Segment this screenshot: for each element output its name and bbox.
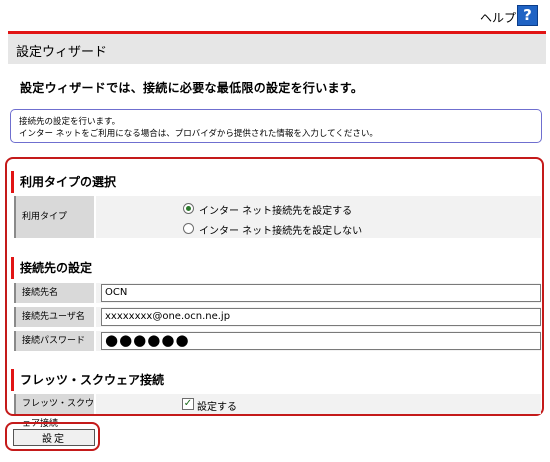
usage-option-unset-radio[interactable] — [183, 223, 194, 234]
flets-label: フレッツ・スクウェア接続 — [14, 394, 94, 429]
usage-section-heading: 利用タイプの選択 — [11, 171, 540, 193]
flets-checkbox-label[interactable]: 設定する — [197, 398, 237, 413]
connection-section-heading: 接続先の設定 — [11, 257, 540, 279]
usage-option-set-label[interactable]: インター ネット接続先を設定する — [199, 202, 352, 217]
title-bar: 設定ウィザード — [8, 31, 546, 64]
help-icon[interactable]: ? — [517, 5, 538, 26]
connection-password-input[interactable]: ●●●●●● — [101, 332, 541, 350]
connection-password-label: 接続パスワード — [14, 331, 94, 351]
usage-option-unset-label[interactable]: インター ネット接続先を設定しない — [199, 222, 362, 237]
flets-checkbox[interactable]: ✓ — [182, 398, 194, 410]
help-link[interactable]: ヘルプ — [480, 9, 516, 26]
info-box: 接続先の設定を行います。 インター ネットをご利用になる場合は、プロバイダから提… — [10, 109, 542, 143]
usage-type-label: 利用タイプ — [14, 196, 94, 238]
usage-option-set-radio[interactable] — [183, 203, 194, 214]
submit-button[interactable]: 設定 — [13, 429, 95, 446]
intro-text: 設定ウィザードでは、接続に必要な最低限の設定を行います。 — [20, 81, 364, 95]
connection-name-label: 接続先名 — [14, 283, 94, 303]
flets-cell — [96, 394, 541, 414]
connection-name-input[interactable]: OCN — [101, 284, 541, 302]
page-title: 設定ウィザード — [16, 45, 108, 60]
connection-user-input[interactable]: xxxxxxxx@one.ocn.ne.jp — [101, 308, 541, 326]
flets-section-heading: フレッツ・スクウェア接続 — [11, 369, 540, 391]
info-line-2: インター ネットをご利用になる場合は、プロバイダから提供された情報を入力してくだ… — [19, 129, 378, 139]
info-line-1: 接続先の設定を行います。 — [19, 117, 121, 127]
top-bar: ヘルプ ? — [0, 0, 550, 32]
connection-user-label: 接続先ユーザ名 — [14, 307, 94, 327]
